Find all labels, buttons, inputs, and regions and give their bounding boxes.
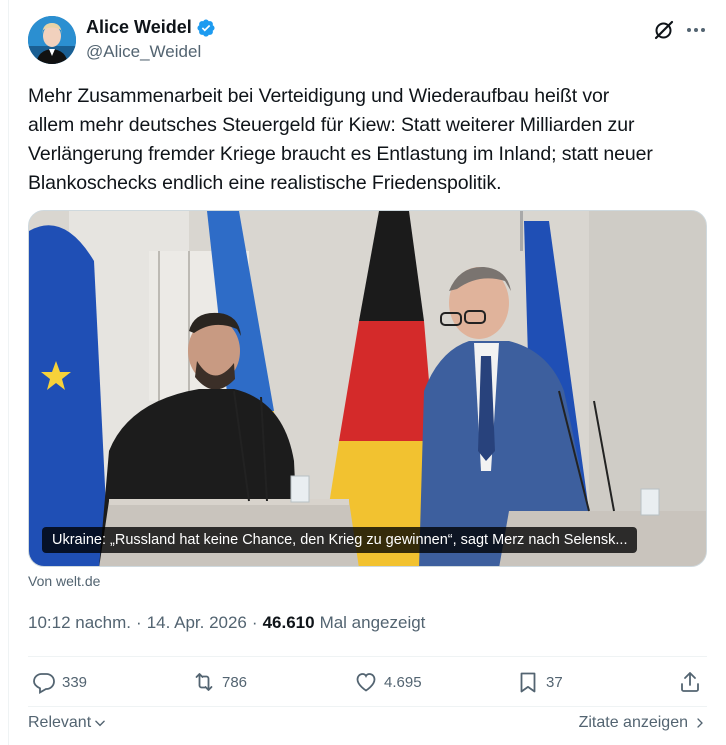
avatar[interactable] (28, 16, 76, 64)
views-label: Mal angezeigt (319, 613, 426, 632)
heart-icon (356, 673, 376, 692)
tweet-text-line: Blankoschecks endlich eine realistische … (28, 172, 502, 194)
sort-label: Relevant (28, 714, 92, 731)
like-button[interactable]: 4.695 (354, 670, 422, 694)
reply-button[interactable]: 339 (32, 670, 87, 694)
tweet-meta: 10:12 nachm. · 14. Apr. 2026 · 46.610 Ma… (28, 613, 425, 633)
like-count: 4.695 (384, 673, 422, 691)
grok-icon[interactable] (652, 18, 676, 42)
tweet-text-line: allem mehr deutsches Steuergeld für Kiew… (28, 114, 635, 136)
divider (28, 706, 707, 707)
view-quotes-link[interactable]: Zitate anzeigen (579, 714, 706, 732)
chevron-right-icon (697, 718, 703, 728)
link-source[interactable]: Von welt.de (28, 573, 100, 589)
bookmark-count: 37 (546, 673, 563, 691)
left-border (8, 0, 9, 745)
tweet-date[interactable]: 14. Apr. 2026 (147, 613, 247, 633)
reply-icon (33, 673, 55, 694)
share-icon (681, 672, 699, 692)
reply-count: 339 (62, 673, 88, 691)
share-button[interactable] (678, 670, 702, 694)
repost-icon (195, 673, 213, 691)
action-bar: 339 786 4.695 37 (28, 670, 707, 702)
media-caption[interactable]: Ukraine: „Russland hat keine Chance, den… (42, 527, 638, 553)
repost-count: 786 (222, 673, 248, 691)
repost-button[interactable]: 786 (192, 670, 247, 694)
tweet-text: Mehr Zusammenarbeit bei Verteidigung und… (28, 82, 708, 198)
chevron-down-icon (95, 720, 105, 727)
divider (28, 656, 707, 657)
press-conference-photo (29, 211, 706, 566)
tweet-text-line: Verlängerung fremder Kriege braucht es E… (28, 143, 653, 165)
verified-badge-icon (197, 18, 215, 37)
media-card[interactable] (28, 210, 707, 567)
tweet-time[interactable]: 10:12 nachm. (28, 613, 131, 633)
sort-replies-dropdown[interactable]: Relevant (28, 714, 107, 732)
bookmark-icon (520, 672, 536, 693)
author-name[interactable]: Alice Weidel (86, 17, 216, 38)
tweet-text-line: Mehr Zusammenarbeit bei Verteidigung und… (28, 85, 610, 107)
meta-separator: · (251, 613, 258, 632)
bookmark-button[interactable]: 37 (516, 670, 563, 694)
avatar-image (28, 16, 76, 64)
quotes-label: Zitate anzeigen (578, 714, 688, 731)
author-name-text: Alice Weidel (86, 17, 192, 37)
views-count: 46.610 (262, 613, 315, 632)
meta-separator: · (136, 613, 142, 632)
more-icon[interactable] (684, 18, 708, 42)
author-handle[interactable]: @Alice_Weidel (86, 42, 201, 62)
